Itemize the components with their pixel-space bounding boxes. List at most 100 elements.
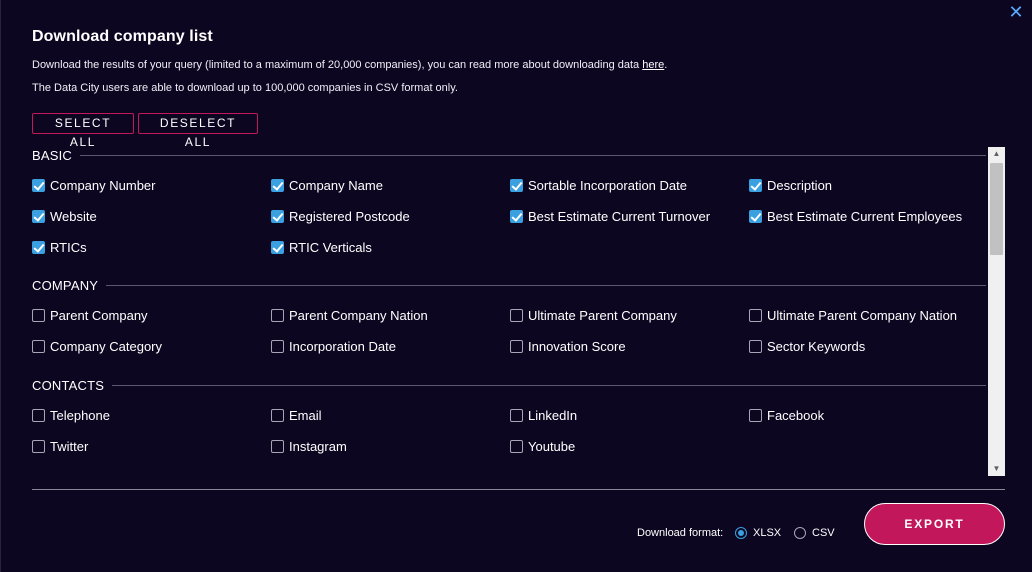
fields-list: BASIC Company Number Company Name Sortable…	[32, 146, 1005, 476]
field-option-label: Innovation Score	[528, 338, 626, 354]
checkbox-checked-icon[interactable]	[32, 178, 45, 192]
checkbox-icon[interactable]	[271, 408, 284, 422]
section-label: BASIC	[32, 147, 73, 163]
checkbox-icon[interactable]	[749, 408, 762, 422]
field-option-label: Youtube	[528, 438, 576, 454]
field-option-facebook[interactable]: Facebook	[749, 406, 824, 424]
field-option-label: Best Estimate Current Turnover	[528, 208, 711, 224]
field-option-label: Instagram	[289, 438, 347, 454]
checkbox-icon[interactable]	[32, 339, 45, 353]
field-option-rtics[interactable]: RTICs	[32, 238, 87, 256]
field-option-label: Ultimate Parent Company	[528, 307, 677, 323]
checkbox-icon[interactable]	[749, 308, 762, 322]
field-option-ultimate-parent-company-nation[interactable]: Ultimate Parent Company Nation	[749, 306, 957, 324]
radio-icon[interactable]	[735, 527, 747, 539]
field-option-label: Company Number	[50, 177, 156, 193]
field-option-label: Company Category	[50, 338, 162, 354]
field-option-website[interactable]: Website	[32, 207, 97, 225]
section-divider	[106, 284, 986, 286]
footer-divider	[32, 489, 1005, 490]
field-option-best-estimate-current-turnover[interactable]: Best Estimate Current Turnover	[510, 207, 710, 225]
field-option-label: Twitter	[50, 438, 89, 454]
export-button[interactable]: EXPORT	[864, 503, 1005, 545]
field-option-innovation-score[interactable]: Innovation Score	[510, 337, 626, 355]
download-format-label: Download format:	[637, 527, 724, 539]
checkbox-checked-icon[interactable]	[749, 209, 762, 223]
field-option-company-name[interactable]: Company Name	[271, 176, 383, 194]
field-option-label: Ultimate Parent Company Nation	[767, 307, 958, 323]
field-option-label: Best Estimate Current Employees	[767, 208, 963, 224]
field-option-label: RTICs	[50, 239, 87, 255]
field-option-label: Company Name	[289, 177, 383, 193]
field-option-label: Sortable Incorporation Date	[528, 177, 687, 193]
field-option-parent-company-nation[interactable]: Parent Company Nation	[271, 306, 428, 324]
field-option-incorporation-date[interactable]: Incorporation Date	[271, 337, 396, 355]
field-option-registered-postcode[interactable]: Registered Postcode	[271, 207, 410, 225]
checkbox-checked-icon[interactable]	[271, 178, 284, 192]
field-option-label: LinkedIn	[528, 407, 578, 423]
field-option-label: RTIC Verticals	[289, 239, 372, 255]
field-option-telephone[interactable]: Telephone	[32, 406, 110, 424]
checkbox-icon[interactable]	[271, 308, 284, 322]
field-option-label: Parent Company Nation	[289, 307, 428, 323]
scrollbar-thumb[interactable]	[990, 163, 1003, 255]
radio-label: CSV	[812, 527, 835, 539]
dialog-note: The Data City users are able to download…	[32, 82, 458, 94]
field-option-label: Email	[289, 407, 322, 423]
field-option-description[interactable]: Description	[749, 176, 832, 194]
checkbox-icon[interactable]	[510, 439, 523, 453]
field-option-label: Incorporation Date	[289, 338, 396, 354]
checkbox-icon[interactable]	[32, 439, 45, 453]
checkbox-checked-icon[interactable]	[510, 178, 523, 192]
field-option-twitter[interactable]: Twitter	[32, 437, 88, 455]
field-option-company-category[interactable]: Company Category	[32, 337, 162, 355]
checkbox-icon[interactable]	[510, 308, 523, 322]
field-option-best-estimate-current-employees[interactable]: Best Estimate Current Employees	[749, 207, 962, 225]
checkbox-checked-icon[interactable]	[32, 240, 45, 254]
format-option-xlsx[interactable]: XLSX	[735, 527, 781, 539]
section-header-basic: BASIC	[32, 147, 986, 163]
checkbox-icon[interactable]	[271, 439, 284, 453]
download-dialog: ✕ Download company list Download the res…	[0, 0, 1032, 572]
scrollbar[interactable]: ▲ ▼	[988, 147, 1005, 476]
checkbox-icon[interactable]	[32, 308, 45, 322]
field-option-parent-company[interactable]: Parent Company	[32, 306, 148, 324]
checkbox-checked-icon[interactable]	[271, 209, 284, 223]
field-option-instagram[interactable]: Instagram	[271, 437, 347, 455]
scroll-down-icon[interactable]: ▼	[988, 462, 1005, 476]
section-header-contacts: CONTACTS	[32, 377, 986, 393]
field-option-label: Telephone	[50, 407, 110, 423]
format-option-csv[interactable]: CSV	[794, 527, 835, 539]
checkbox-checked-icon[interactable]	[32, 209, 45, 223]
deselect-all-button[interactable]: DESELECT ALL	[138, 113, 258, 149]
checkbox-icon[interactable]	[510, 408, 523, 422]
field-option-company-number[interactable]: Company Number	[32, 176, 156, 194]
scroll-up-icon[interactable]: ▲	[988, 147, 1005, 161]
close-icon[interactable]: ✕	[1006, 2, 1026, 22]
checkbox-icon[interactable]	[749, 339, 762, 353]
checkbox-icon[interactable]	[271, 339, 284, 353]
field-option-label: Sector Keywords	[767, 338, 866, 354]
description-end: .	[664, 59, 668, 71]
field-option-label: Website	[50, 208, 97, 224]
radio-label: XLSX	[753, 527, 782, 539]
select-all-button[interactable]: SELECT ALL	[32, 113, 134, 149]
description-text: Download the results of your query (limi…	[32, 59, 643, 71]
radio-icon[interactable]	[794, 527, 806, 539]
field-option-label: Parent Company	[50, 307, 148, 323]
checkbox-checked-icon[interactable]	[271, 240, 284, 254]
field-option-youtube[interactable]: Youtube	[510, 437, 575, 455]
field-option-ultimate-parent-company[interactable]: Ultimate Parent Company	[510, 306, 677, 324]
field-option-linkedin[interactable]: LinkedIn	[510, 406, 577, 424]
field-option-label: Facebook	[767, 407, 825, 423]
field-option-sortable-incorporation-date[interactable]: Sortable Incorporation Date	[510, 176, 687, 194]
checkbox-checked-icon[interactable]	[749, 178, 762, 192]
field-option-email[interactable]: Email	[271, 406, 322, 424]
field-option-sector-keywords[interactable]: Sector Keywords	[749, 337, 865, 355]
read-more-link[interactable]: here	[642, 59, 664, 71]
checkbox-icon[interactable]	[32, 408, 45, 422]
section-divider	[80, 154, 986, 156]
checkbox-checked-icon[interactable]	[510, 209, 523, 223]
checkbox-icon[interactable]	[510, 339, 523, 353]
field-option-rtic-verticals[interactable]: RTIC Verticals	[271, 238, 372, 256]
